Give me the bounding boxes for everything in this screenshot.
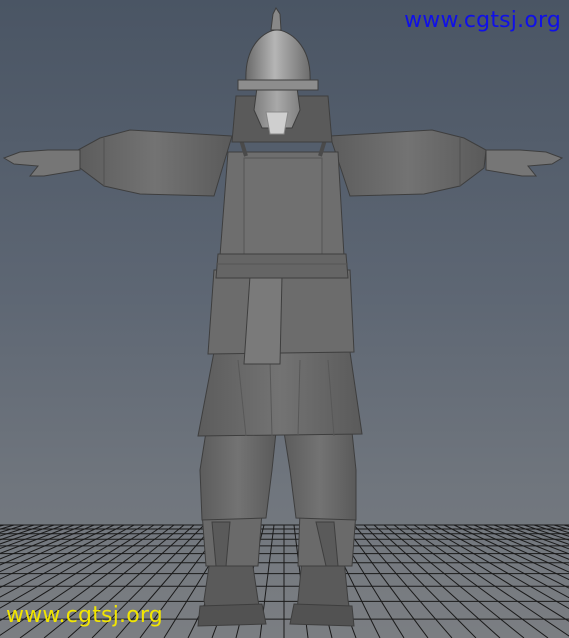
belt [215,253,349,279]
watermark-top-right: www.cgtsj.org [404,8,561,33]
trouser-right [283,431,357,521]
sleeve-left [77,129,233,197]
trouser-left [199,431,277,521]
viewport-scene [0,7,569,638]
tunic-skirt [197,351,363,437]
beard [265,111,289,135]
maya-3d-viewport[interactable]: www.cgtsj.org www.cgtsj.org [0,0,569,638]
watermark-bottom-left: www.cgtsj.org [6,603,163,628]
helmet-plume [270,7,282,31]
hand-left [2,149,81,177]
helmet [245,29,311,83]
hand-right [485,149,564,177]
sleeve-right [329,129,487,197]
helmet-brim [237,79,319,91]
